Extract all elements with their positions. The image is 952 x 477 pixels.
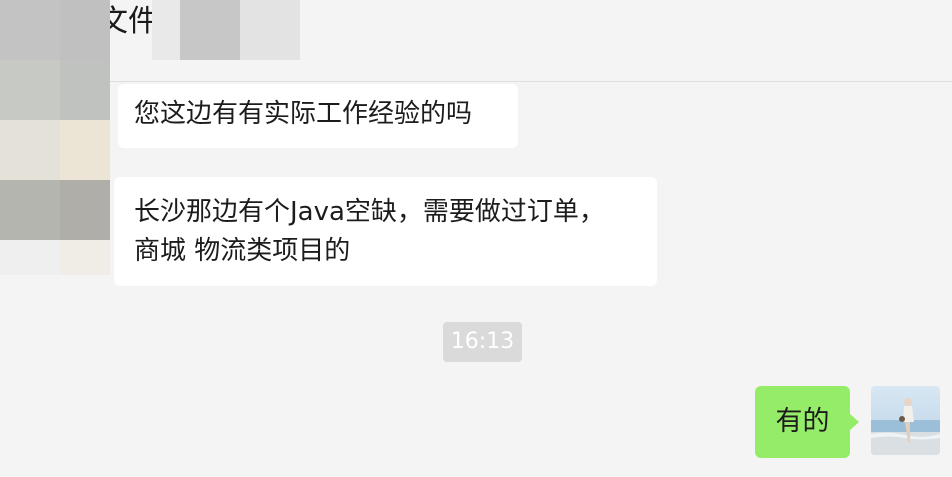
contact-avatar[interactable] xyxy=(0,0,110,280)
message-timestamp: 16:13 xyxy=(443,322,522,362)
message-text-line: 商城 物流类项目的 xyxy=(134,236,351,266)
message-text: 有的 xyxy=(775,406,830,437)
outgoing-message[interactable]: 有的 xyxy=(755,386,859,458)
incoming-message[interactable]: 您这边有有实际工作经验的吗 xyxy=(118,84,518,148)
message-text: 您这边有有实际工作经验的吗 xyxy=(134,99,473,129)
message-text-line: 长沙那边有个Java空缺，需要做过订单， xyxy=(134,197,605,227)
beach-photo-icon xyxy=(871,386,940,455)
title-redaction-mosaic xyxy=(152,0,302,60)
user-avatar[interactable] xyxy=(871,386,940,455)
incoming-message[interactable]: 长沙那边有个Java空缺，需要做过订单， 商城 物流类项目的 xyxy=(114,177,657,286)
chat-header: 文件 xyxy=(0,0,952,82)
